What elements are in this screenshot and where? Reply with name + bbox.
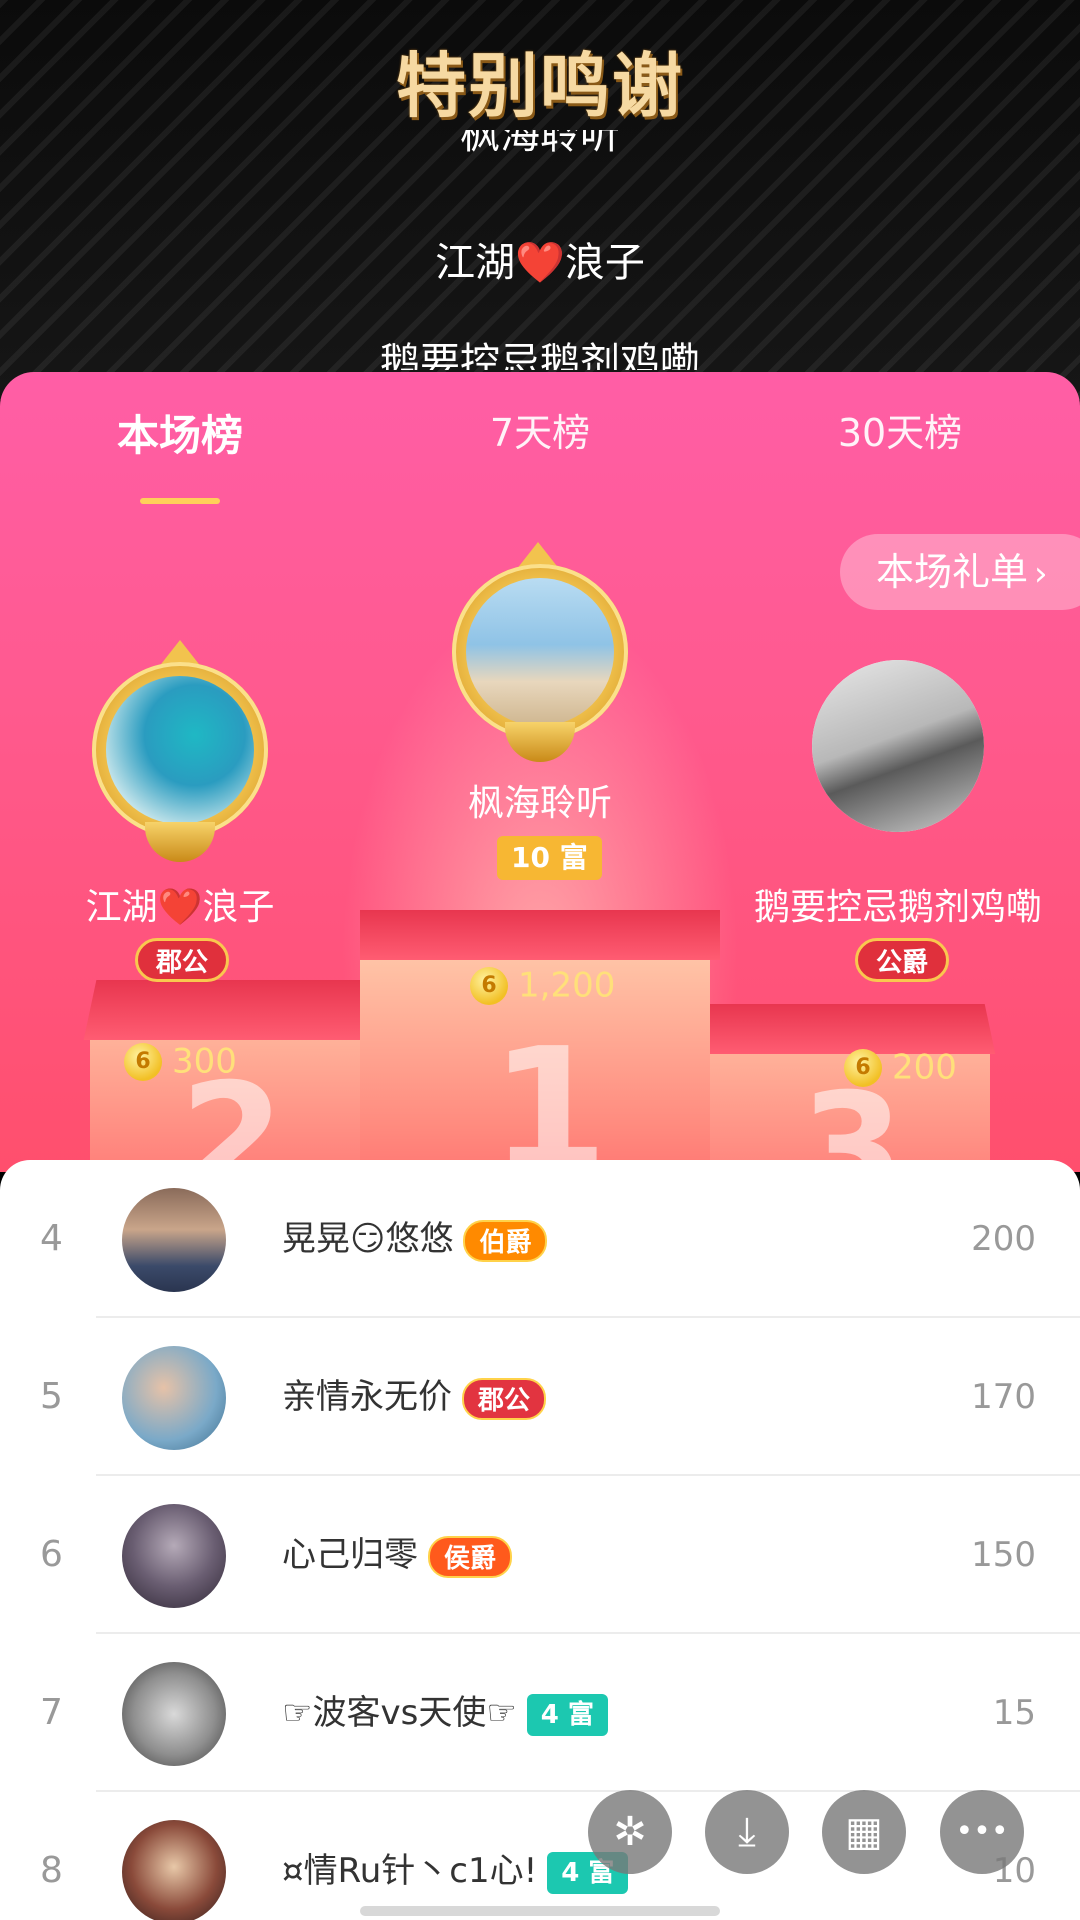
noble-title-badge: 郡公 — [462, 1377, 547, 1420]
coins-second: 6 300 — [124, 1040, 237, 1082]
avatar-second[interactable] — [92, 662, 268, 838]
coins-first: 6 1,200 — [470, 964, 615, 1006]
score: 150 — [971, 1535, 1036, 1575]
ranking-panel: 本场榜 7天榜 30天榜 本场礼单 › 2 3 1 枫海聆听 10 富 6 1,20… — [0, 372, 1080, 1172]
user-name: 心己归零 侯爵 — [282, 1476, 513, 1634]
avatar[interactable] — [122, 1662, 226, 1766]
user-name: 亲情永无价 郡公 — [282, 1318, 547, 1476]
podium-number-1: 1 — [490, 1012, 609, 1172]
noble-title-badge: 伯爵 — [463, 1219, 548, 1262]
avatar[interactable] — [122, 1346, 226, 1450]
credit-name: 鹅要控忌鹅剂鸡嘞 — [380, 340, 700, 370]
rank-number: 7 — [40, 1692, 63, 1733]
top-name-second: 江湖❤️浪子 — [85, 887, 275, 928]
noble-title-badge: 侯爵 — [428, 1535, 513, 1578]
avatar[interactable] — [122, 1504, 226, 1608]
gift-list-button[interactable]: 本场礼单 › — [840, 534, 1080, 610]
credit-name: 江湖❤️浪子 — [435, 240, 645, 286]
avatar-third[interactable] — [812, 660, 984, 832]
chevron-right-icon: › — [1034, 554, 1048, 594]
sparkle-icon[interactable]: ✲ — [588, 1790, 672, 1874]
rank-number: 6 — [40, 1534, 63, 1575]
podium-top-first — [360, 910, 720, 960]
user-name: ¤情Ru针丶c1心! 4 富 — [282, 1792, 629, 1920]
thanks-header: 特别鸣谢 枫海聆听 江湖❤️浪子 鹅要控忌鹅剂鸡嘞 — [0, 0, 1080, 400]
top-name-first: 枫海聆听 — [467, 783, 612, 824]
avatar-image — [812, 660, 984, 832]
home-indicator — [360, 1906, 720, 1916]
download-icon[interactable]: ⤓ — [705, 1790, 789, 1874]
noble-title-badge: 郡公 — [135, 938, 230, 982]
coin-icon: 6 — [470, 966, 508, 1005]
coins-third: 6 200 — [844, 1046, 957, 1088]
tab-this-session[interactable]: 本场榜 — [60, 402, 300, 463]
user-name: ☞波客vs天使☞ 4 富 — [282, 1634, 608, 1792]
credits-scroller: 枫海聆听 江湖❤️浪子 鹅要控忌鹅剂鸡嘞 — [0, 130, 1080, 370]
score: 200 — [971, 1219, 1036, 1259]
avatar-first[interactable] — [452, 564, 628, 740]
avatar-image — [466, 578, 614, 726]
list-item[interactable]: 8 ¤情Ru针丶c1心! 4 富 10 — [0, 1792, 1080, 1920]
noble-title-badge: 公爵 — [855, 938, 950, 982]
grid-icon[interactable]: ▦ — [822, 1790, 906, 1874]
list-item[interactable]: 4 晃晃😏悠悠 伯爵 200 — [0, 1160, 1080, 1318]
active-tab-indicator — [140, 498, 220, 504]
avatar[interactable] — [122, 1188, 226, 1292]
avatar[interactable] — [122, 1820, 226, 1920]
ranking-tabs: 本场榜 7天榜 30天榜 — [0, 402, 1080, 504]
user-name: 晃晃😏悠悠 伯爵 — [282, 1160, 548, 1318]
rich-level-badge: 10 富 — [497, 836, 602, 880]
rank-number: 5 — [40, 1376, 63, 1417]
laurel-wing-icon — [145, 822, 215, 862]
rank-number: 4 — [40, 1218, 63, 1259]
rich-level-badge: 4 富 — [526, 1693, 608, 1736]
credit-name: 枫海聆听 — [460, 130, 620, 158]
list-item[interactable]: 7 ☞波客vs天使☞ 4 富 15 — [0, 1634, 1080, 1792]
rank-number: 8 — [40, 1850, 63, 1891]
podium-top-second — [83, 980, 387, 1040]
avatar-image — [106, 676, 254, 824]
gift-list-label: 本场礼单 — [876, 550, 1029, 594]
coin-icon: 6 — [844, 1048, 882, 1087]
top-name-third: 鹅要控忌鹅剂鸡嘞 — [753, 887, 1042, 928]
more-icon[interactable]: ••• — [940, 1790, 1024, 1874]
list-item[interactable]: 6 心己归零 侯爵 150 — [0, 1476, 1080, 1634]
score: 170 — [971, 1377, 1036, 1417]
tab-7-days[interactable]: 7天榜 — [420, 402, 660, 457]
tab-30-days[interactable]: 30天榜 — [780, 402, 1020, 457]
ranking-list: 4 晃晃😏悠悠 伯爵 200 5 亲情永无价 郡公 170 6 心己归零 侯爵 150… — [0, 1160, 1080, 1920]
score: 15 — [992, 1693, 1036, 1733]
list-item[interactable]: 5 亲情永无价 郡公 170 — [0, 1318, 1080, 1476]
header-title: 特别鸣谢 — [396, 45, 684, 127]
coin-icon: 6 — [124, 1042, 162, 1081]
